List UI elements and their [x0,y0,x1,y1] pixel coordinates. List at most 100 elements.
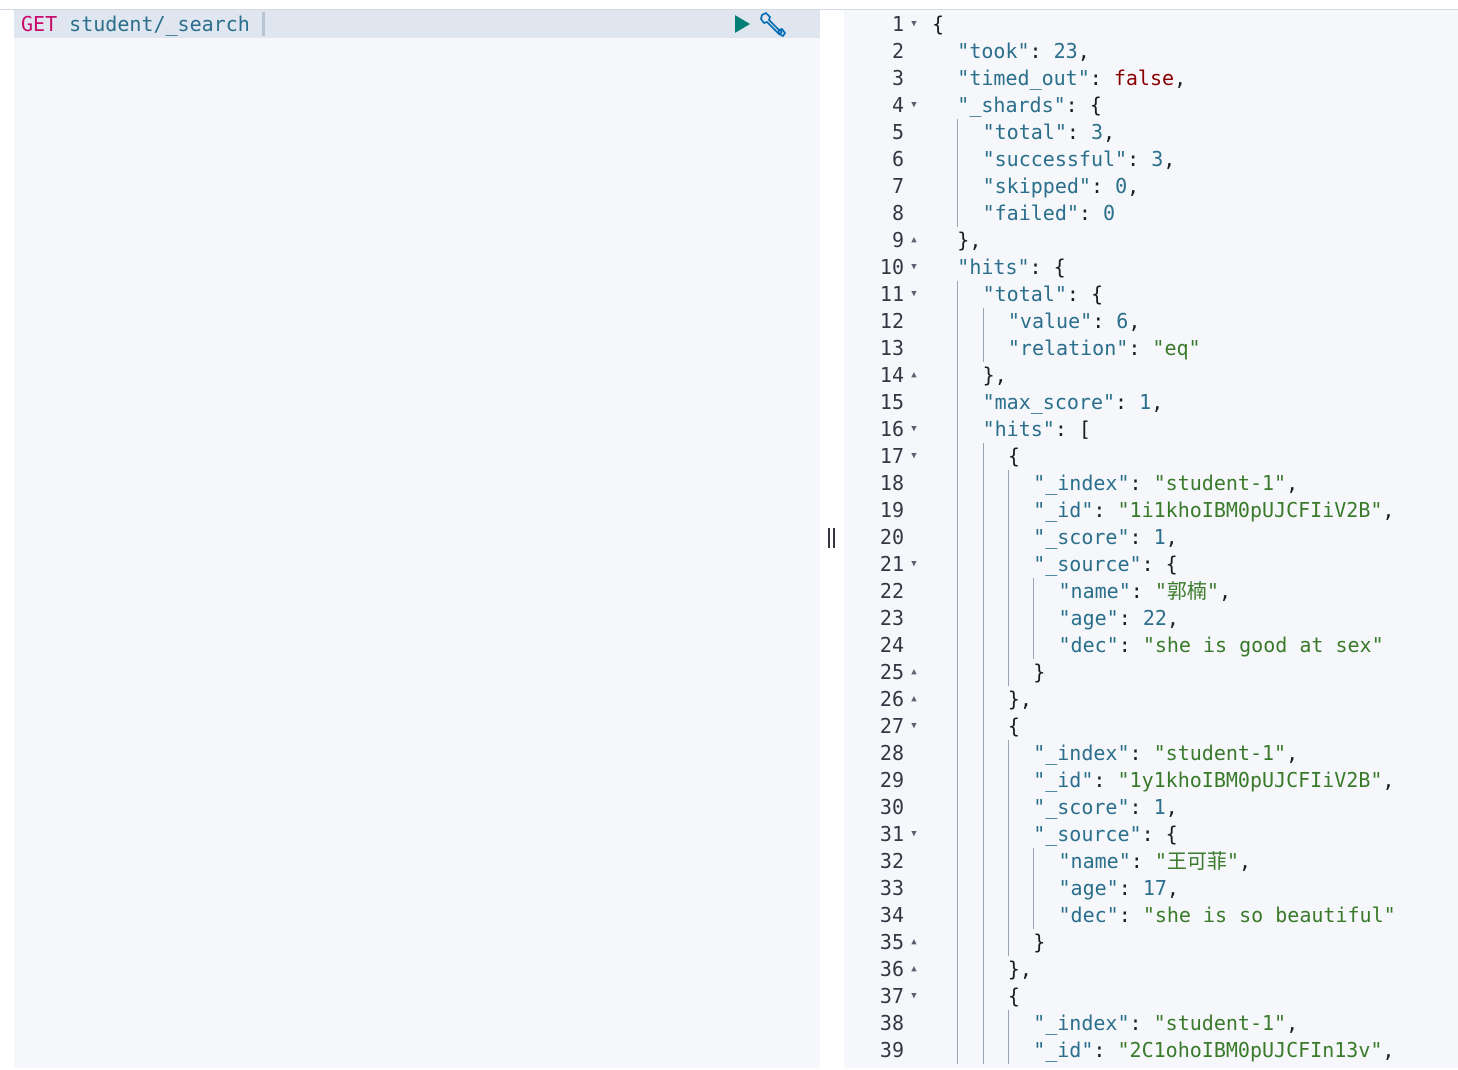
response-line: 12 "value": 6, [844,308,1458,335]
code-text: "successful": 3, [983,146,1176,173]
caret-up-icon[interactable]: ▲ [908,686,920,713]
response-line: 2 "took": 23, [844,38,1458,65]
json-key: "took" [957,39,1030,63]
json-punctuation: : [1029,39,1054,63]
code-text: "age": 17, [1059,875,1179,902]
json-key: "_source" [1033,822,1142,846]
line-number: 21 [879,552,904,576]
json-punctuation: , [1127,174,1140,198]
request-line[interactable]: GET student/_search [14,10,820,38]
json-punctuation: }, [1007,957,1032,981]
json-punctuation: , [1382,1038,1395,1062]
code-text: "_source": { [1033,821,1178,848]
resize-grip-icon[interactable] [826,528,836,550]
json-punctuation: : [1089,66,1114,90]
line-number: 35 [879,930,904,954]
json-key: "_index" [1033,741,1130,765]
line-number: 30 [879,795,904,819]
json-key: "total" [982,120,1067,144]
request-method: GET [21,12,58,36]
line-number: 13 [879,336,904,360]
json-punctuation: , [1077,39,1090,63]
json-punctuation: : [1130,849,1155,873]
response-line: 15 "max_score": 1, [844,389,1458,416]
line-number: 25 [879,660,904,684]
caret-down-icon[interactable]: ▼ [908,281,920,308]
code-text: { [932,11,944,38]
json-punctuation: , [1128,309,1141,333]
run-request-button[interactable] [732,14,752,34]
code-text: "name": "王可菲", [1059,848,1251,875]
response-line: 30 "_score": 1, [844,794,1458,821]
caret-down-icon[interactable]: ▼ [908,92,920,119]
json-key: "_score" [1033,795,1130,819]
json-punctuation: : { [1141,822,1178,846]
code-text: } [1033,929,1045,956]
caret-up-icon[interactable]: ▲ [908,929,920,956]
response-line: 29 "_id": "1y1khoIBM0pUJCFIiV2B", [844,767,1458,794]
json-string: "she is so beautiful" [1142,903,1396,927]
response-line: 17 ▼ { [844,443,1458,470]
response-line: 36 ▲}, [844,956,1458,983]
caret-up-icon[interactable]: ▲ [908,227,920,254]
json-key: "total" [982,282,1067,306]
json-string: "1y1khoIBM0pUJCFIiV2B" [1117,768,1383,792]
json-key: "value" [1007,309,1093,333]
line-number: 5 [891,120,904,144]
caret-up-icon[interactable]: ▲ [908,659,920,686]
line-number: 15 [879,390,904,414]
caret-down-icon[interactable]: ▼ [908,821,920,848]
caret-down-icon[interactable]: ▼ [908,416,920,443]
line-number: 32 [879,849,904,873]
json-number: 1 [1139,390,1152,414]
json-string: "郭楠" [1154,579,1219,603]
response-line: 34 "dec": "she is so beautiful" [844,902,1458,929]
caret-down-icon[interactable]: ▼ [908,254,920,281]
json-punctuation: , [1174,66,1187,90]
response-line: 14 ▲}, [844,362,1458,389]
json-punctuation: : [1129,741,1154,765]
caret-down-icon[interactable]: ▼ [908,443,920,470]
request-settings-button[interactable] [758,11,788,37]
response-line: 33 "age": 17, [844,875,1458,902]
json-key: "failed" [982,201,1079,225]
request-text[interactable]: GET student/_search [21,10,250,38]
caret-down-icon[interactable]: ▼ [908,983,920,1010]
json-punctuation: , [1286,741,1299,765]
json-punctuation: : [1118,606,1143,630]
json-number: 17 [1142,876,1167,900]
json-number: 0 [1115,174,1128,198]
response-line: 19 "_id": "1i1khoIBM0pUJCFIiV2B", [844,497,1458,524]
code-text: "_index": "student-1", [1033,470,1298,497]
json-string: "1i1khoIBM0pUJCFIiV2B" [1117,498,1383,522]
code-text: "_index": "student-1", [1033,740,1298,767]
request-editor[interactable]: GET student/_search [14,10,820,1068]
caret-down-icon[interactable]: ▼ [908,11,920,38]
line-number: 27 [879,714,904,738]
json-string: "2C1ohoIBM0pUJCFIn13v" [1117,1038,1383,1062]
json-string: "王可菲" [1154,849,1239,873]
line-number: 6 [891,147,904,171]
code-text: "took": 23, [957,38,1089,65]
json-boolean: false [1113,66,1175,90]
json-punctuation: : [1078,201,1104,225]
json-number: 6 [1116,309,1129,333]
caret-down-icon[interactable]: ▼ [908,713,920,740]
request-path: student/_search [69,12,250,36]
json-punctuation: { [932,12,945,36]
line-number: 31 [879,822,904,846]
json-punctuation: , [1151,390,1164,414]
caret-up-icon[interactable]: ▲ [908,362,920,389]
response-line: 21 ▼ "_source": { [844,551,1458,578]
json-punctuation: : [ [1054,417,1091,441]
line-number: 12 [879,309,904,333]
code-text: "_id": "1y1khoIBM0pUJCFIiV2B", [1033,767,1394,794]
response-viewer[interactable]: 1 ▼{2 "took": 23, 3 "timed_out": false, 4 ▼ "_s… [844,10,1458,1068]
caret-down-icon[interactable]: ▼ [908,551,920,578]
code-text: }, [983,362,1007,389]
json-punctuation: }, [957,228,982,252]
json-key: "_id" [1033,768,1094,792]
caret-up-icon[interactable]: ▲ [908,956,920,983]
line-number: 1 [891,12,904,36]
json-punctuation: , [1165,525,1178,549]
